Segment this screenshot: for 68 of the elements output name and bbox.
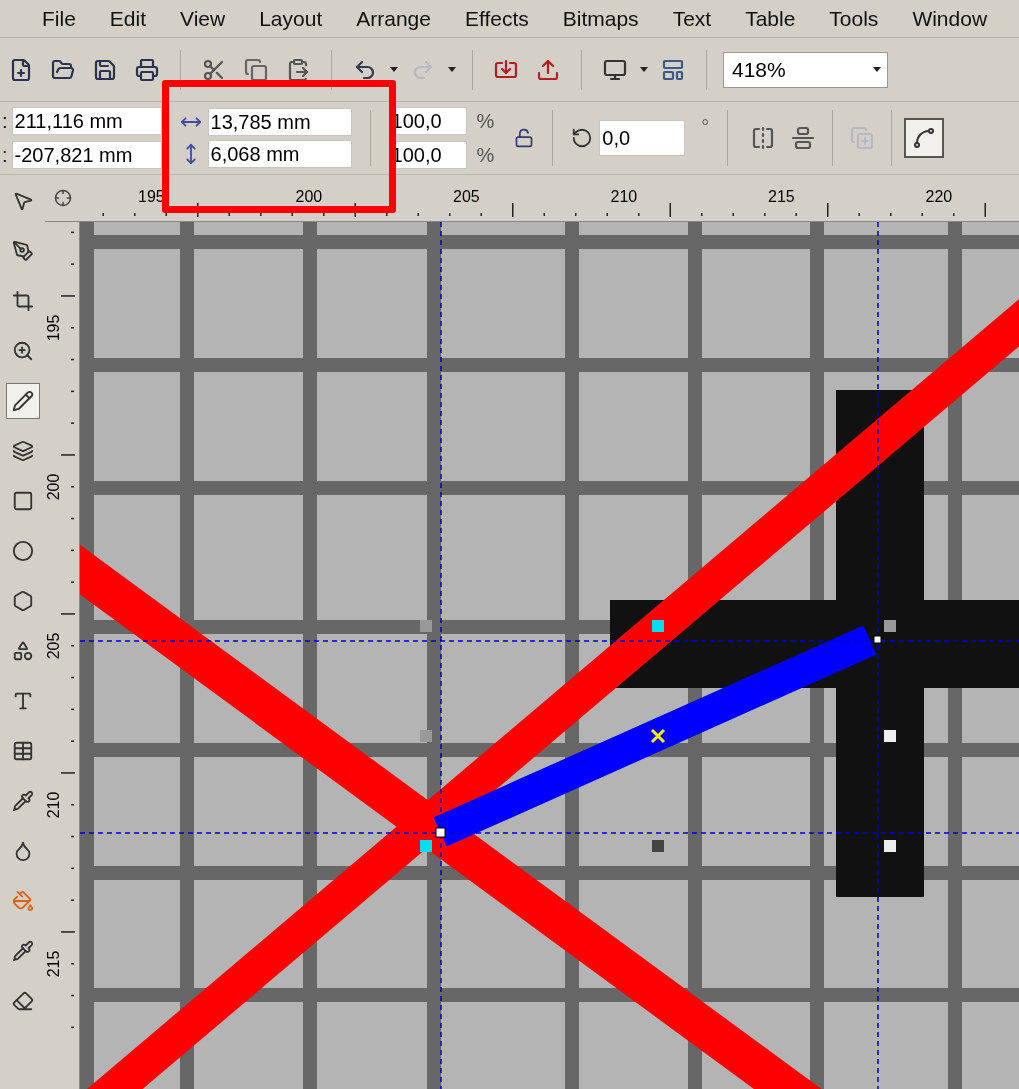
selection-node — [420, 840, 432, 852]
menu-item[interactable]: Bitmaps — [562, 2, 639, 35]
degree-label: ° — [701, 115, 710, 140]
line-toggle-button[interactable] — [904, 118, 945, 158]
ruler-label: 220 — [925, 187, 953, 207]
handle — [652, 840, 664, 852]
caret-icon[interactable] — [390, 67, 398, 72]
shapes-icon — [11, 640, 34, 662]
rectangle-icon — [11, 490, 34, 512]
ellipse-icon — [11, 540, 34, 562]
rotation-field[interactable]: 0,0 — [599, 120, 686, 156]
width-field[interactable]: 13,785 mm — [207, 108, 352, 136]
selected-line-segment[interactable] — [433, 625, 877, 847]
line-icon — [912, 126, 937, 150]
percent-label: % — [476, 143, 495, 168]
crop-icon — [11, 290, 34, 312]
coordinate-field[interactable]: 211,116 mm — [11, 107, 162, 135]
menu-item[interactable]: Arrange — [356, 2, 431, 35]
zoom-icon — [11, 340, 34, 362]
ruler-label: 215 — [768, 187, 795, 207]
paint-bucket-icon — [11, 890, 34, 912]
eraser-icon — [11, 990, 34, 1012]
rotate-icon — [571, 127, 594, 149]
center-mark — [650, 728, 666, 744]
menu-item[interactable]: Edit — [109, 2, 147, 35]
table-icon — [11, 740, 34, 762]
menu-item[interactable]: Window — [912, 2, 988, 35]
menu-item[interactable]: Text — [672, 2, 712, 35]
menu-item[interactable]: Table — [745, 2, 796, 35]
pen-icon — [11, 240, 34, 262]
pencil-icon — [11, 390, 34, 412]
menu-item[interactable]: Tools — [829, 2, 879, 35]
ruler-label: 205 — [453, 187, 480, 207]
eyedropper-icon — [11, 940, 34, 962]
coordinate-label: : — [2, 143, 8, 168]
handle — [420, 620, 432, 632]
menu-item[interactable]: View — [180, 2, 226, 35]
ruler-label: 200 — [44, 473, 64, 501]
menu-item[interactable]: Effects — [464, 2, 529, 35]
ruler-label: 210 — [44, 791, 64, 819]
zoom-dropdown[interactable]: 418% — [723, 51, 888, 88]
height-field[interactable]: 6,068 mm — [207, 140, 352, 168]
coordinate-label: : — [2, 109, 8, 134]
ruler-label: 205 — [44, 632, 64, 660]
pipette-icon — [11, 790, 34, 812]
handle — [884, 840, 896, 852]
menu-item[interactable]: File — [42, 2, 76, 35]
handle — [884, 730, 896, 742]
handle — [884, 620, 896, 632]
end-node — [873, 635, 882, 644]
layers-icon — [11, 440, 34, 462]
percent-label: % — [476, 109, 495, 134]
caret-icon[interactable] — [448, 67, 456, 72]
tool-button[interactable] — [5, 383, 40, 419]
end-node — [435, 827, 446, 838]
polygon-icon — [11, 590, 34, 612]
ruler-label: 215 — [44, 950, 64, 978]
ruler-label: 210 — [610, 187, 638, 207]
handle — [420, 730, 432, 742]
ruler-label: 200 — [295, 187, 323, 207]
selection-node — [652, 620, 664, 632]
menu-item[interactable]: Layout — [259, 2, 323, 35]
dropdown-caret-icon[interactable] — [873, 67, 881, 72]
caret-icon[interactable] — [640, 67, 648, 72]
lock-icon[interactable] — [514, 128, 535, 148]
ruler-label: 195 — [44, 314, 64, 342]
coordinate-field[interactable]: -207,821 mm — [11, 141, 162, 169]
ruler-origin-icon[interactable] — [53, 189, 72, 207]
